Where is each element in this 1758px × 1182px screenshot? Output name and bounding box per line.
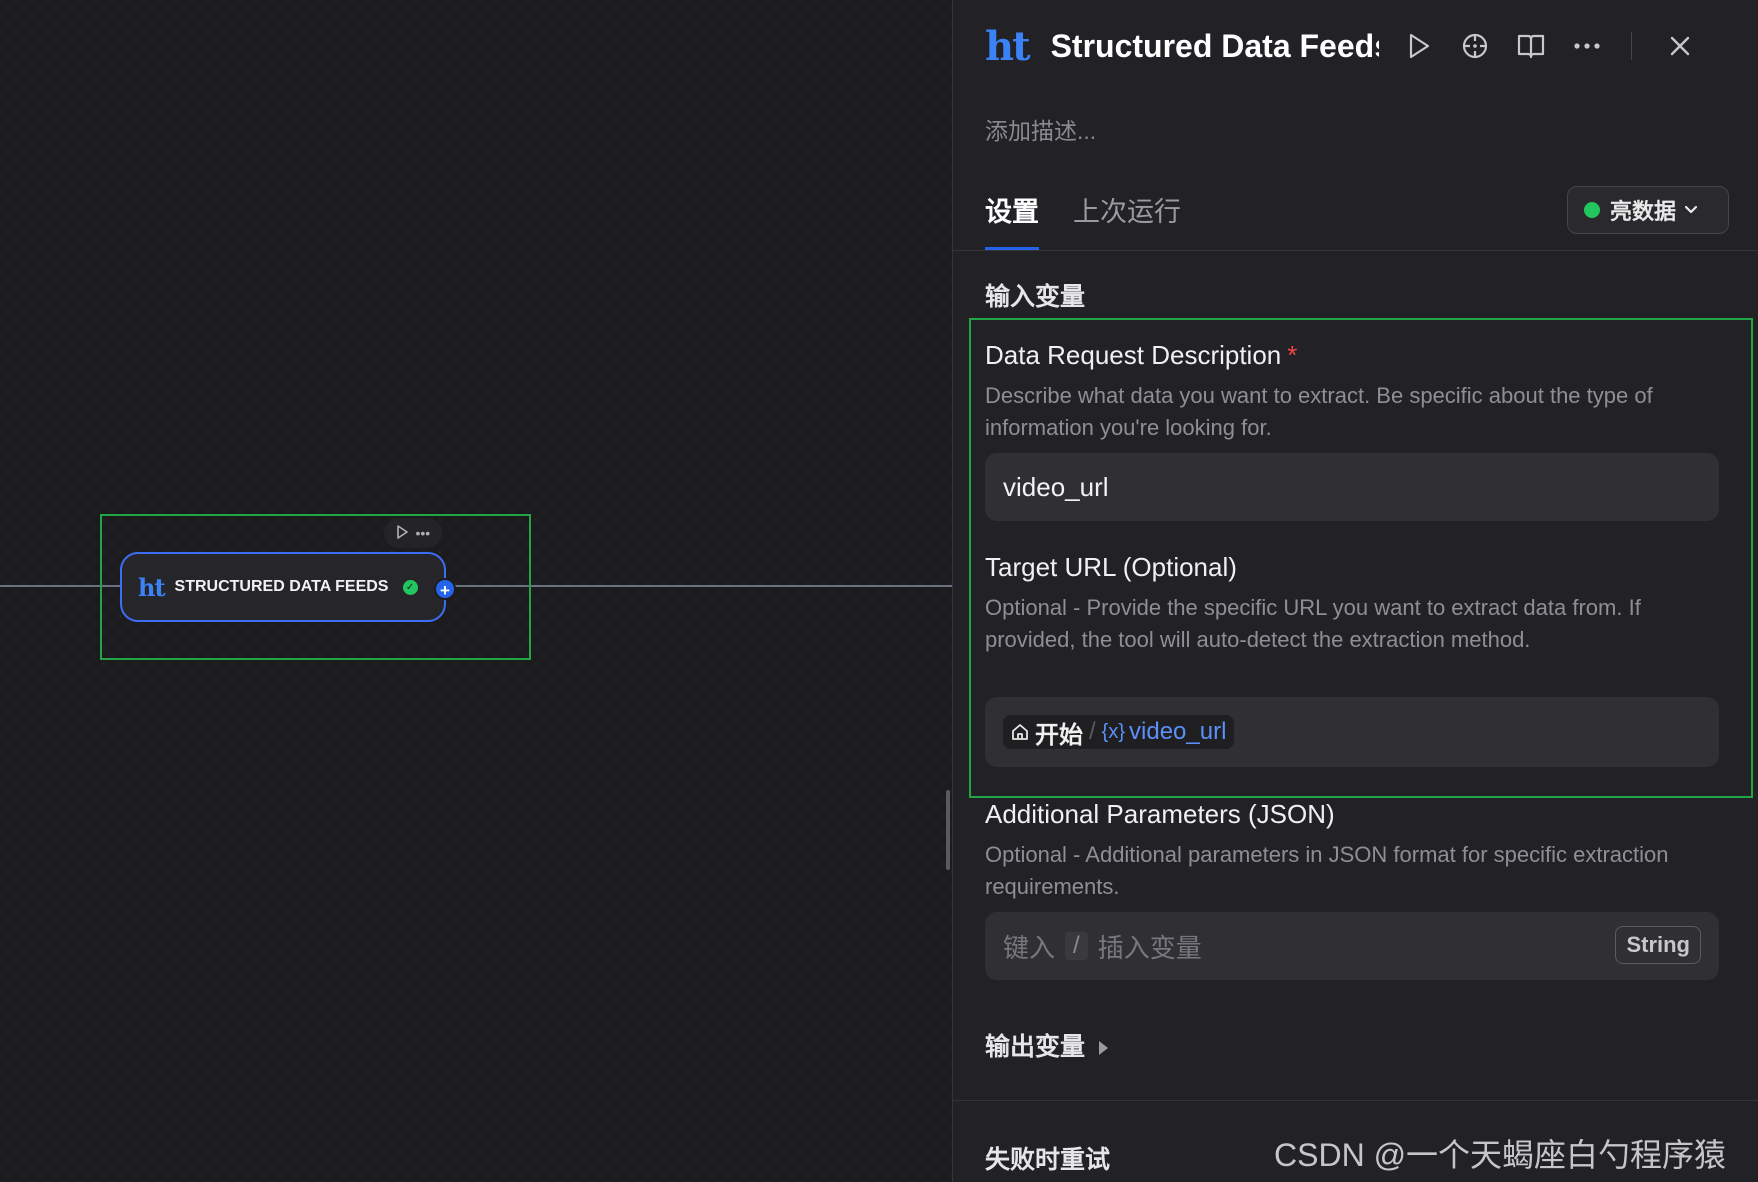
field-help-target-url: Optional - Provide the specific URL you …: [985, 595, 1641, 652]
variable-chip[interactable]: 开始 / {x} video_url: [1003, 715, 1235, 749]
placeholder-prefix: 键入: [1003, 932, 1056, 963]
field-label-data-request: Data Request Description *: [985, 340, 1297, 371]
variable-icon: {x}: [1101, 720, 1126, 743]
target-url-input[interactable]: 开始 / {x} video_url: [985, 697, 1719, 767]
input-variables-title: 输入变量: [985, 283, 1086, 311]
close-icon[interactable]: [1662, 28, 1698, 64]
field-label-text: Data Request Description: [985, 340, 1282, 370]
tabs-divider: [953, 250, 1758, 251]
success-check-icon: ✓: [402, 579, 418, 595]
tab-last-run[interactable]: 上次运行: [1073, 190, 1181, 251]
node-title: STRUCTURED DATA FEEDS: [174, 578, 389, 595]
panel-header-actions: [1401, 28, 1718, 64]
output-variables-title: 输出变量: [985, 1033, 1086, 1061]
json-placeholder: 键入 / 插入变量: [1003, 928, 1202, 965]
tab-settings[interactable]: 设置: [985, 190, 1039, 251]
node-run-icon[interactable]: [396, 524, 408, 542]
provider-label: 亮数据: [1610, 199, 1677, 224]
header-divider: [1631, 32, 1632, 60]
placeholder-slash: /: [1065, 932, 1088, 960]
provider-selector[interactable]: 亮数据: [1567, 186, 1729, 234]
book-icon[interactable]: [1513, 28, 1549, 64]
provider-status-dot: [1584, 202, 1600, 218]
chevron-down-icon: [1684, 205, 1698, 215]
panel-resize-handle[interactable]: [946, 790, 950, 870]
field-label-additional-params: Additional Parameters (JSON): [985, 799, 1335, 829]
structured-data-feeds-node[interactable]: ht STRUCTURED DATA FEEDS ✓ +: [120, 552, 456, 622]
workflow-canvas[interactable]: ••• ht STRUCTURED DATA FEEDS ✓ +: [0, 0, 952, 1182]
crosshair-icon[interactable]: [1457, 28, 1493, 64]
node-toolbar: •••: [384, 518, 442, 548]
output-variables-toggle[interactable]: 输出变量: [985, 1027, 1109, 1063]
home-icon: [1011, 723, 1029, 741]
add-node-button[interactable]: +: [434, 578, 456, 600]
type-badge: String: [1615, 926, 1701, 964]
field-help-additional-params: Optional - Additional parameters in JSON…: [985, 842, 1669, 899]
node-logo: ht: [138, 572, 166, 602]
section-divider: [953, 1100, 1758, 1101]
field-label-target-url: Target URL (Optional): [985, 552, 1237, 582]
field-help-data-request: Describe what data you want to extract. …: [985, 383, 1653, 440]
panel-title[interactable]: Structured Data Feeds: [1051, 28, 1379, 65]
node-settings-panel: ht Structured Data Feeds 添加描述... 设置 上次运行…: [952, 0, 1758, 1182]
required-marker: *: [1287, 340, 1298, 370]
data-request-value: video_url: [1003, 471, 1109, 502]
chip-node-name: 开始: [1035, 721, 1083, 749]
chip-separator: /: [1089, 718, 1096, 745]
placeholder-suffix: 插入变量: [1097, 932, 1202, 963]
description-input[interactable]: 添加描述...: [985, 112, 1096, 146]
panel-tabs: 设置 上次运行: [985, 190, 1215, 251]
data-request-input[interactable]: video_url: [985, 453, 1719, 521]
chip-variable-name: video_url: [1129, 718, 1227, 745]
additional-params-input[interactable]: 键入 / 插入变量 String: [985, 912, 1719, 980]
panel-header: ht Structured Data Feeds: [985, 18, 1379, 74]
caret-right-icon: [1099, 1041, 1109, 1056]
more-icon[interactable]: [1569, 28, 1605, 64]
node-more-icon[interactable]: •••: [415, 525, 430, 541]
run-icon[interactable]: [1401, 28, 1437, 64]
panel-logo: ht: [985, 22, 1031, 70]
watermark: CSDN @一个天蝎座白勺程序猿: [1274, 1137, 1727, 1173]
retry-section-title: 失败时重试: [985, 1146, 1111, 1174]
